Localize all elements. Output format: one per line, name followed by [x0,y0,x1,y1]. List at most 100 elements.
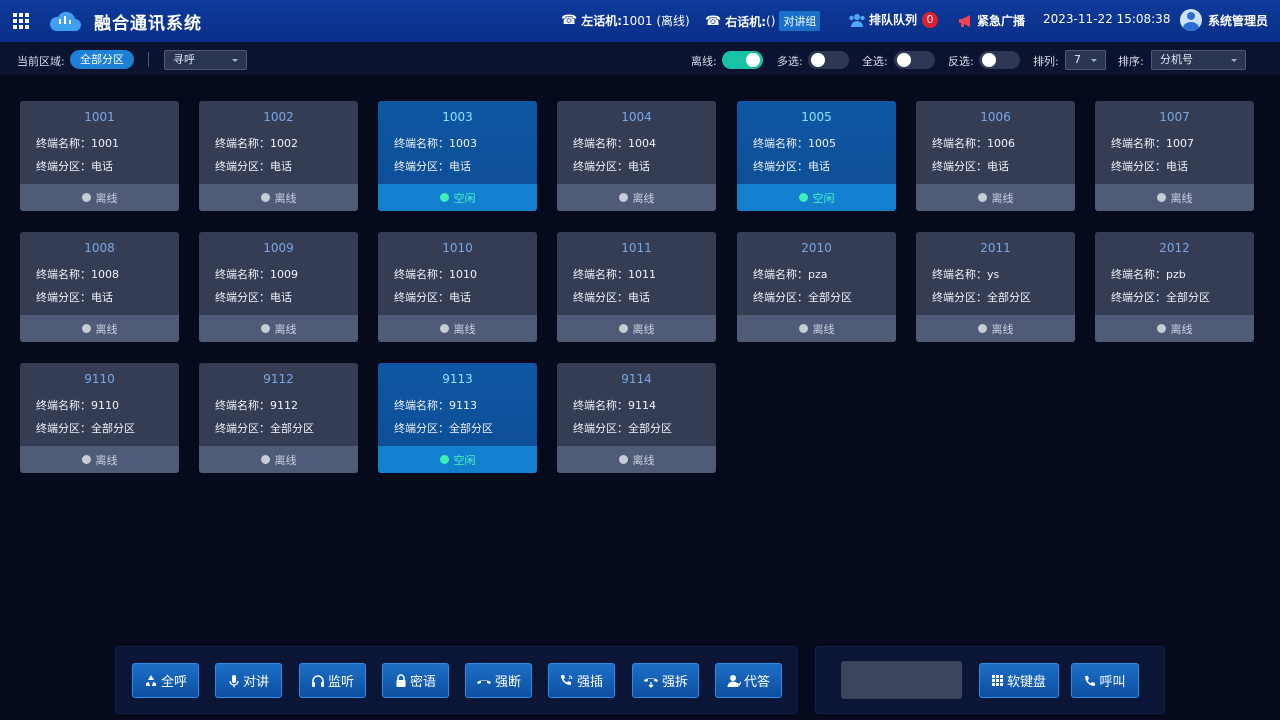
terminal-name: 终端名称：9110 [36,399,119,412]
dial-number-input[interactable] [841,661,962,699]
terminal-status-label: 空闲 [453,191,476,205]
status-dot-icon [81,193,91,202]
queue-status[interactable]: 排队队列 0 [848,11,939,28]
action-button[interactable]: 强插 [548,663,615,698]
terminal-name: 终端名称：1007 [1111,137,1194,150]
terminal-card[interactable]: 1007 终端名称：1007 终端分区：电话 离线 [1095,101,1254,211]
left-phone-status: ☎ 左话机: 1001 (离线) [561,12,690,29]
terminal-number: 9110 [84,372,115,386]
terminal-card[interactable]: 1011 终端名称：1011 终端分区：电话 离线 [557,232,716,342]
terminal-name: 终端名称：1001 [36,137,119,150]
terminal-card[interactable]: 1004 终端名称：1004 终端分区：电话 离线 [557,101,716,211]
action-button[interactable]: 对讲 [215,663,282,698]
terminal-card[interactable]: 1010 终端名称：1010 终端分区：电话 离线 [378,232,537,342]
status-dot-icon [439,455,449,464]
terminal-card[interactable]: 1009 终端名称：1009 终端分区：电话 离线 [199,232,358,342]
cloud-logo-icon [49,11,81,31]
megaphone-icon [959,14,970,27]
select-all-toggle[interactable] [894,51,935,69]
terminal-number: 1004 [621,110,652,124]
area-label: 当前区域: [17,55,65,68]
left-phone-label: 左话机: [581,14,623,28]
queue-count-badge: 0 [922,11,939,28]
terminal-status-label: 离线 [1170,191,1193,205]
call-label: 呼叫 [1099,675,1126,690]
divider [148,52,149,67]
terminal-status: 离线 [1095,184,1254,211]
action-button[interactable]: 全呼 [132,663,199,698]
terminal-card[interactable]: 1006 终端名称：1006 终端分区：电话 离线 [916,101,1075,211]
multi-select-toggle[interactable] [808,51,849,69]
terminal-card[interactable]: 9113 终端名称：9113 终端分区：全部分区 空闲 [378,363,537,473]
terminal-status: 离线 [199,315,358,342]
terminal-zone: 终端分区：电话 [573,160,650,173]
status-dot-icon [260,193,270,202]
user-answer-icon [727,674,741,688]
terminal-number: 1003 [442,110,473,124]
invert-select-toggle[interactable] [979,51,1020,69]
dial-bar: 软键盘 呼叫 [815,646,1165,714]
filter-toolbar: 当前区域: 全部分区 寻呼 离线: 多选: 全选: 反选: 排列: 7 排序: … [0,42,1280,75]
action-button[interactable]: 监听 [299,663,366,698]
app-grid-icon[interactable] [13,13,29,29]
terminal-card[interactable]: 2012 终端名称：pzb 终端分区：全部分区 离线 [1095,232,1254,342]
status-dot-icon [81,455,91,464]
terminal-status: 离线 [199,446,358,473]
terminal-status-label: 离线 [95,322,118,336]
top-header: 融合通讯系统 ☎ 左话机: 1001 (离线) ☎ 右话机: () 对讲组 排队… [0,0,1280,42]
terminal-number: 9112 [263,372,294,386]
action-label: 监听 [327,675,354,690]
terminal-name: 终端名称：1002 [215,137,298,150]
terminal-card[interactable]: 9110 终端名称：9110 终端分区：全部分区离线 [20,363,179,473]
sort-select[interactable]: 分机号 [1151,50,1246,70]
right-phone-label: 右话机: [725,14,767,29]
terminal-card[interactable]: 2011 终端名称：ys 终端分区：全部分区 离线 [916,232,1075,342]
keypad-icon [991,675,1003,686]
action-button[interactable]: 代答 [715,663,782,698]
terminal-status-label: 空闲 [453,453,476,467]
terminal-name: 终端名称：1003 [394,137,477,150]
terminal-card[interactable]: 2010 终端名称：pza 终端分区：全部分区 离线 [737,232,896,342]
terminal-card[interactable]: 1001 终端名称：1001 终端分区：电话 离线 [20,101,179,211]
datetime: 2023-11-22 15:08:38 [1043,12,1171,26]
status-dot-icon [618,193,628,202]
mode-select[interactable]: 寻呼 [164,50,247,70]
terminal-status-label: 离线 [274,453,297,467]
terminal-status-label: 离线 [453,322,476,336]
action-label: 强插 [576,675,603,690]
headphones-icon [311,674,325,688]
terminal-status-label: 离线 [274,191,297,205]
action-button[interactable]: 强拆 [632,663,699,698]
terminal-card[interactable]: 9114 终端名称：9114 终端分区：全部分区 离线 [557,363,716,473]
intercom-group-button[interactable]: 对讲组 [779,11,821,31]
terminal-card[interactable]: 1008 终端名称：1008 终端分区：电话 离线 [20,232,179,342]
action-button[interactable]: 强断 [465,663,532,698]
multi-select-label: 多选: [777,55,803,68]
terminal-status-label: 离线 [274,322,297,336]
terminal-zone: 终端分区：电话 [215,291,292,304]
terminal-status: 离线 [20,446,179,473]
terminal-card[interactable]: 1005 终端名称：1005 终端分区：电话 空闲 [737,101,896,211]
action-label: 强拆 [661,675,688,690]
terminal-card[interactable]: 1002 终端名称：1002 终端分区：电话 离线 [199,101,358,211]
user-menu[interactable]: 系统管理员 [1180,9,1268,31]
action-button[interactable]: 密语 [382,663,449,698]
terminal-status: 离线 [557,184,716,211]
soft-keypad-button[interactable]: 软键盘 [979,663,1059,698]
broadcast-button[interactable]: 紧急广播 [958,12,1025,29]
area-select-button[interactable]: 全部分区 [70,50,134,69]
avatar [1180,9,1202,31]
terminal-zone: 终端分区：全部分区 [36,422,135,435]
terminal-name: 终端名称：1009 [215,268,298,281]
terminal-number: 2010 [801,241,832,255]
recycle-icon [144,674,158,688]
offline-toggle[interactable] [722,51,763,69]
columns-select[interactable]: 7 [1065,50,1106,70]
terminal-card[interactable]: 9112 终端名称：9112 终端分区：全部分区 离线 [199,363,358,473]
phone-split-icon [643,674,659,688]
terminal-card[interactable]: 1003 终端名称：1003 终端分区：电话 空闲 [378,101,537,211]
terminal-status: 离线 [557,446,716,473]
terminal-status-label: 离线 [95,191,118,205]
call-button[interactable]: 呼叫 [1071,663,1139,698]
status-dot-icon [618,324,628,333]
